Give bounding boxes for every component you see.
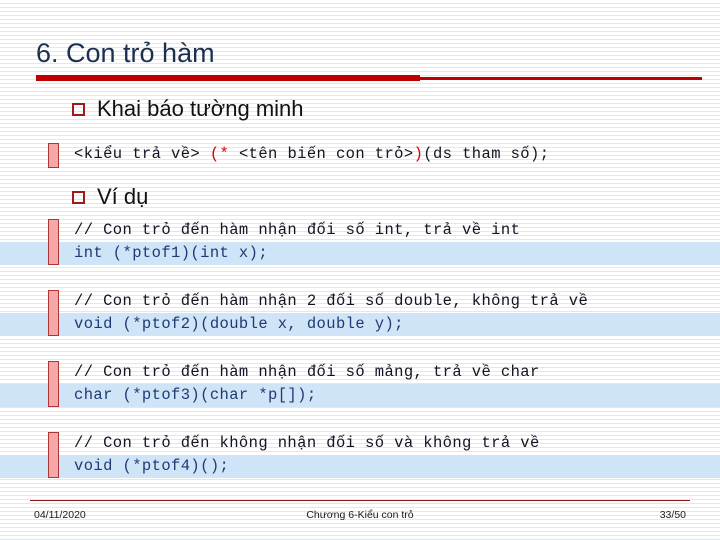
syntax-part-before: <kiểu trả về> [74,145,210,163]
example-comment: // Con trỏ đến hàm nhận 2 đối số double,… [74,292,589,310]
bullet-item-khai-bao: Khai báo tường minh [72,96,304,122]
square-bullet-icon [72,102,85,116]
syntax-part-after: (ds tham số); [423,145,550,163]
syntax-part-red-open: (* [209,145,239,163]
example-code-block-1: // Con trỏ đến hàm nhận đối số int, trả … [48,219,708,265]
example-code-block-4: // Con trỏ đến không nhận đối số và khôn… [48,432,708,478]
example-code: void (*ptof4)(); [74,457,230,475]
slide-canvas: 6. Con trỏ hàm Khai báo tường minh <kiểu… [0,0,720,540]
example-code: int (*ptof1)(int x); [74,244,269,262]
example-comment: // Con trỏ đến hàm nhận đối số int, trả … [74,221,521,239]
syntax-code-block: <kiểu trả về> (* <tên biến con trỏ>)(ds … [48,143,708,168]
syntax-line: <kiểu trả về> (* <tên biến con trỏ>)(ds … [48,143,708,166]
syntax-part-red-close: ) [413,145,424,163]
syntax-part-inner: <tên biến con trỏ> [238,145,414,163]
example-code: void (*ptof2)(double x, double y); [74,315,404,333]
page-title: 6. Con trỏ hàm [36,38,215,68]
bullet-label: Ví dụ [97,184,149,209]
example-comment: // Con trỏ đến hàm nhận đối số mảng, trả… [74,363,540,381]
footer-divider [30,500,690,501]
title-rule-thick [36,75,420,81]
example-code-block-3: // Con trỏ đến hàm nhận đối số mảng, trả… [48,361,708,407]
example-comment: // Con trỏ đến không nhận đối số và khôn… [74,434,540,452]
square-bullet-icon [72,190,85,204]
bullet-label: Khai báo tường minh [97,96,304,121]
example-code-block-2: // Con trỏ đến hàm nhận 2 đối số double,… [48,290,708,336]
footer-page-number: 33/50 [659,509,686,521]
example-code: char (*ptof3)(char *p[]); [74,386,317,404]
bullet-item-vi-du: Ví dụ [72,184,148,210]
